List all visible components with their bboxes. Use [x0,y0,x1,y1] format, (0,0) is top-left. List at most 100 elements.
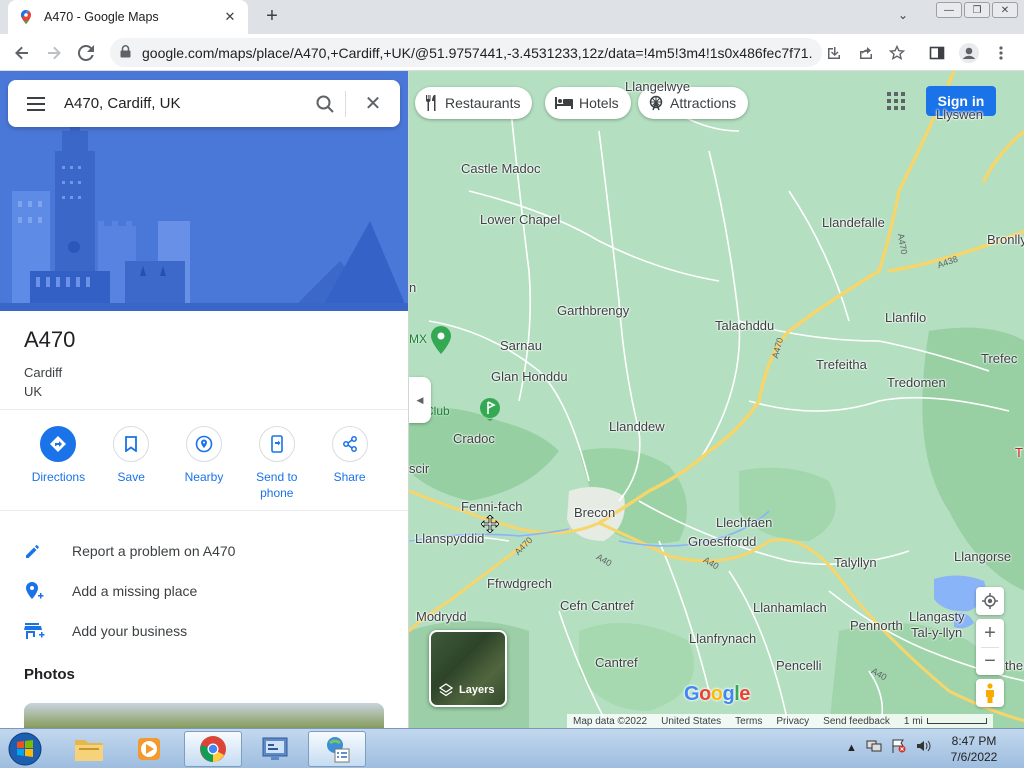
map-label[interactable]: Llanfilo [885,310,926,325]
lock-icon[interactable] [120,44,134,61]
explorer-taskbar-icon[interactable] [60,731,118,767]
map-label[interactable]: Llanhamlach [753,600,827,615]
browser-tab[interactable]: A470 - Google Maps ✕ [8,0,248,34]
map-label[interactable]: Groesffordd [688,534,756,549]
install-app-icon[interactable] [823,42,845,64]
map-label[interactable]: Lower Chapel [480,212,560,227]
restaurants-chip[interactable]: Restaurants [415,87,533,119]
volume-icon[interactable] [916,739,932,756]
taskbar-clock[interactable]: 8:47 PM 7/6/2022 [936,733,1012,765]
map-label[interactable]: Llanddew [609,419,665,434]
map-label[interactable]: Cradoc [453,431,495,446]
map-label[interactable]: Llyswen [936,107,983,122]
reload-button[interactable] [74,41,98,65]
report-problem-link[interactable]: Report a problem on A470 [0,531,408,571]
hotels-chip[interactable]: Hotels [545,87,631,119]
map-label[interactable]: Llanfrynach [689,631,756,646]
poi-label[interactable]: MX [409,332,427,346]
nearby-button[interactable]: Nearby [168,426,241,501]
map-label[interactable]: the [1005,658,1023,673]
region-link[interactable]: United States [661,716,721,727]
search-input[interactable]: A470, Cardiff, UK [64,95,305,112]
pegman-button[interactable] [976,679,1004,707]
minimize-button[interactable]: — [936,2,962,18]
bookmark-star-icon[interactable] [886,42,908,64]
add-missing-place-link[interactable]: Add a missing place [0,571,408,611]
search-box[interactable]: A470, Cardiff, UK ✕ [8,80,400,127]
map-label[interactable]: Tredomen [887,375,946,390]
map-label[interactable]: n [409,280,416,295]
map-label[interactable]: Sarnau [500,338,542,353]
map-label[interactable]: Cefn Cantref [560,598,634,613]
action-center-flag-icon[interactable] [891,739,907,756]
close-window-button[interactable]: ✕ [992,2,1018,18]
windows-logo-icon [8,732,42,766]
map-label[interactable]: Tal-y-llyn [911,625,962,640]
layers-label: Layers [459,684,495,696]
map-label[interactable]: Glan Honddu [491,369,568,384]
my-location-button[interactable] [976,587,1004,615]
collapse-panel-button[interactable]: ◀ [409,377,431,423]
map-label[interactable]: Fenni-fach [461,499,522,514]
media-player-taskbar-icon[interactable] [120,731,178,767]
privacy-link[interactable]: Privacy [776,716,809,727]
show-hidden-icons-icon[interactable]: ▲ [846,742,857,754]
map-label[interactable]: Castle Madoc [461,161,540,176]
send-to-phone-button[interactable]: Send to phone [240,426,313,501]
golf-pin-icon[interactable] [479,397,501,421]
side-panel-icon[interactable] [926,42,948,64]
share-page-icon[interactable] [855,42,877,64]
send-feedback-link[interactable]: Send feedback [823,716,890,727]
profile-avatar-icon[interactable] [958,42,980,64]
map-label[interactable]: Garthbrengy [557,303,629,318]
map-label[interactable]: Talachddu [715,318,774,333]
back-button[interactable] [10,41,34,65]
hamburger-menu-icon[interactable] [8,96,64,111]
map-label[interactable]: Cantref [595,655,638,670]
chrome-menu-icon[interactable] [990,42,1012,64]
map-label[interactable]: Llangorse [954,549,1011,564]
share-button[interactable]: Share [313,426,386,501]
map-label[interactable]: Trefec [981,351,1017,366]
address-bar[interactable]: google.com/maps/place/A470,+Cardiff,+UK/… [110,38,822,67]
map-label[interactable]: Talyllyn [834,555,877,570]
directions-button[interactable]: Directions [22,426,95,501]
network-icon[interactable] [866,739,882,756]
map-label[interactable]: scir [409,461,429,476]
map-label[interactable]: Pennorth [850,618,903,633]
map-label[interactable]: Llangasty [909,609,965,624]
new-tab-button[interactable]: + [262,6,282,26]
forward-button[interactable] [42,41,66,65]
google-apps-icon[interactable] [887,92,905,110]
tab-close-icon[interactable]: ✕ [222,9,238,25]
map-label[interactable]: Trefeitha [816,357,867,372]
zoom-in-button[interactable]: + [984,620,996,647]
map-label[interactable]: Bronlly [987,232,1024,247]
place-photo[interactable] [24,703,384,728]
start-button[interactable] [4,731,46,767]
map-canvas[interactable]: Restaurants Hotels Attractions Sign in L… [408,71,1024,728]
scale-control[interactable]: 1 mi [904,716,987,727]
add-business-link[interactable]: Add your business [0,611,408,651]
save-button[interactable]: Save [95,426,168,501]
layers-button[interactable]: Layers [429,630,507,707]
poi-pin-icon[interactable] [430,326,452,354]
map-label[interactable]: Modrydd [416,609,467,624]
map-label[interactable]: T [1015,445,1023,460]
chrome-taskbar-icon[interactable] [184,731,242,767]
map-label[interactable]: Llanspyddid [415,531,484,546]
restore-button[interactable]: ❐ [964,2,990,18]
search-icon[interactable] [305,95,345,113]
tab-search-chevron-icon[interactable]: ⌄ [898,8,908,22]
zoom-out-button[interactable]: − [984,648,996,675]
map-label[interactable]: Llandefalle [822,215,885,230]
map-label[interactable]: Llangelwye [625,79,690,94]
map-label[interactable]: Llechfaen [716,515,772,530]
terms-link[interactable]: Terms [735,716,762,727]
clear-search-icon[interactable]: ✕ [346,91,400,116]
map-label[interactable]: Pencelli [776,658,822,673]
map-label[interactable]: Ffrwdgrech [487,576,552,591]
map-label[interactable]: Brecon [574,505,615,520]
control-panel-taskbar-icon[interactable] [246,731,304,767]
tasks-taskbar-icon[interactable] [308,731,366,767]
